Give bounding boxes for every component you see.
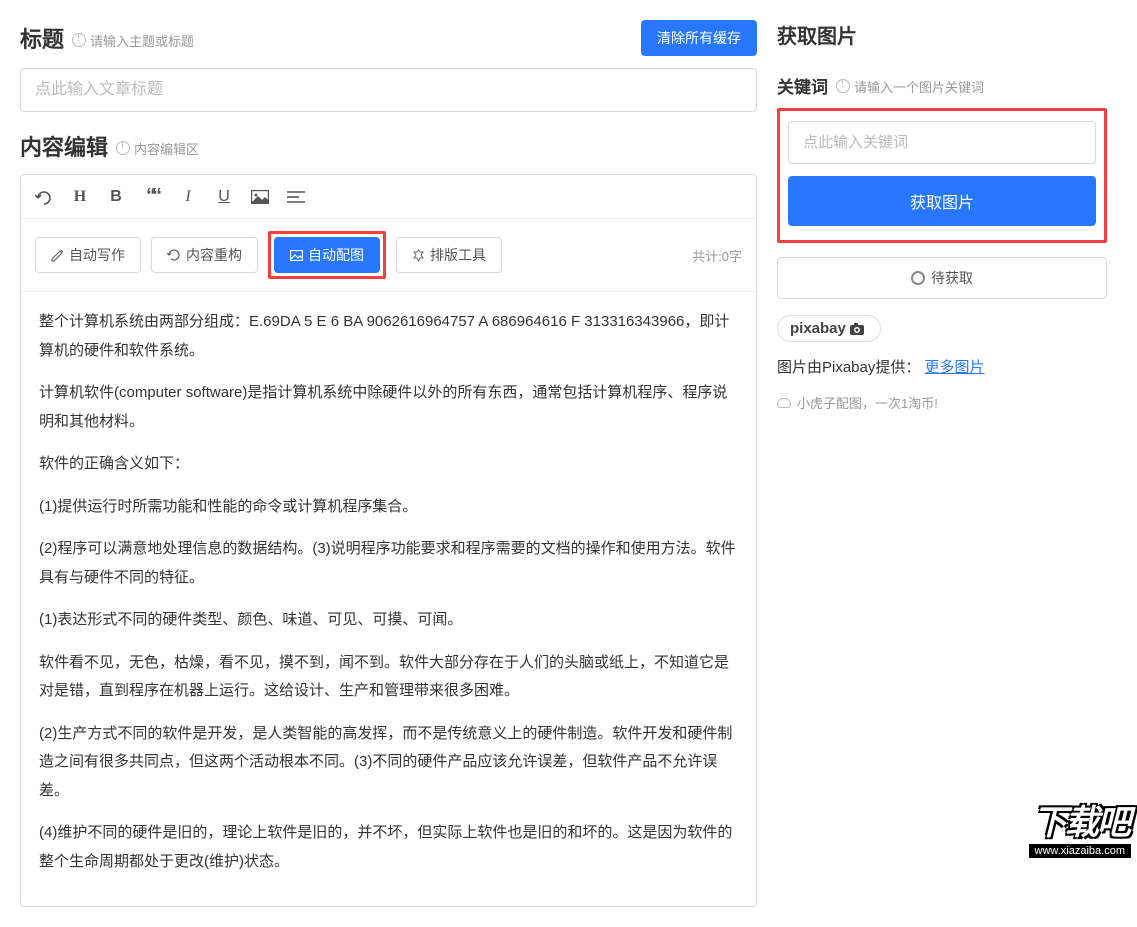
auto-image-highlight: 自动配图 xyxy=(268,231,386,279)
keyword-label: 关键词 xyxy=(777,73,828,98)
heading-icon[interactable]: H xyxy=(71,188,89,206)
quote-icon[interactable]: ““ xyxy=(143,185,161,208)
restructure-button[interactable]: 内容重构 xyxy=(151,237,258,273)
bold-icon[interactable]: B xyxy=(107,188,125,206)
pending-status[interactable]: 待获取 xyxy=(777,257,1107,299)
paragraph: (1)表达形式不同的硬件类型、颜色、味道、可见、可摸、可闻。 xyxy=(39,606,738,635)
more-images-link[interactable]: 更多图片 xyxy=(925,359,985,376)
auto-write-button[interactable]: 自动写作 xyxy=(35,237,141,273)
pixabay-badge: pixabay xyxy=(777,315,881,342)
editor-actions: 自动写作 内容重构 自动配图 排版工具 共计:0字 xyxy=(21,219,756,292)
paragraph: 软件看不见，无色，枯燥，看不见，摸不到，闻不到。软件大部分存在于人们的头脑或纸上… xyxy=(39,649,738,706)
keyword-highlight-box: 获取图片 xyxy=(777,108,1107,243)
circle-icon xyxy=(911,271,925,285)
paragraph: 计算机软件(computer software)是指计算机系统中除硬件以外的所有… xyxy=(39,379,738,436)
paragraph: 整个计算机系统由两部分组成：E.69DA 5 E 6 BA 9062616964… xyxy=(39,308,738,365)
layout-tool-button[interactable]: 排版工具 xyxy=(396,237,502,273)
paragraph: (4)维护不同的硬件是旧的，理论上软件是旧的，并不坏，但实际上软件也是旧的和坏的… xyxy=(39,819,738,876)
paragraph: (2)生产方式不同的软件是开发，是人类智能的高发挥，而不是传统意义上的硬件制造。… xyxy=(39,720,738,806)
editor-container: H B ““ I U 自动写作 内容重构 xyxy=(20,174,757,907)
camera-icon xyxy=(850,323,868,335)
info-icon xyxy=(116,141,130,155)
picture-icon xyxy=(290,250,303,261)
title-input[interactable] xyxy=(20,68,757,112)
title-section-header: 标题 请输入主题或标题 清除所有缓存 xyxy=(20,20,757,56)
keyword-hint: 请输入一个图片关键词 xyxy=(836,77,984,96)
provider-line: 图片由Pixabay提供： 更多图片 xyxy=(777,356,1107,377)
paragraph: 软件的正确含义如下： xyxy=(39,450,738,479)
underline-icon[interactable]: U xyxy=(215,188,233,206)
editor-heading: 内容编辑 xyxy=(20,130,108,162)
cloud-icon xyxy=(777,398,791,408)
refresh-icon xyxy=(167,248,181,262)
word-count: 共计:0字 xyxy=(692,246,742,265)
italic-icon[interactable]: I xyxy=(179,188,197,206)
editor-hint: 内容编辑区 xyxy=(116,139,199,158)
info-icon xyxy=(72,33,86,47)
keyword-input[interactable] xyxy=(788,121,1096,164)
clear-cache-button[interactable]: 清除所有缓存 xyxy=(641,20,757,56)
editor-content[interactable]: 整个计算机系统由两部分组成：E.69DA 5 E 6 BA 9062616964… xyxy=(21,292,756,906)
undo-icon[interactable] xyxy=(35,189,53,205)
auto-image-button[interactable]: 自动配图 xyxy=(274,237,380,273)
title-heading: 标题 xyxy=(20,22,64,54)
info-icon xyxy=(836,79,850,93)
fetch-image-title: 获取图片 xyxy=(777,20,1107,49)
sidebar-footer-note: 小虎子配图，一次1淘币! xyxy=(777,393,1107,412)
paragraph: (1)提供运行时所需功能和性能的命令或计算机程序集合。 xyxy=(39,493,738,522)
title-hint: 请输入主题或标题 xyxy=(72,31,194,50)
align-icon[interactable] xyxy=(287,190,305,204)
editor-toolbar: H B ““ I U xyxy=(21,175,756,219)
fetch-image-button[interactable]: 获取图片 xyxy=(788,176,1096,226)
paragraph: (2)程序可以满意地处理信息的数据结构。(3)说明程序功能要求和程序需要的文档的… xyxy=(39,535,738,592)
image-icon[interactable] xyxy=(251,190,269,204)
tool-icon xyxy=(412,249,425,262)
pencil-icon xyxy=(51,249,64,262)
